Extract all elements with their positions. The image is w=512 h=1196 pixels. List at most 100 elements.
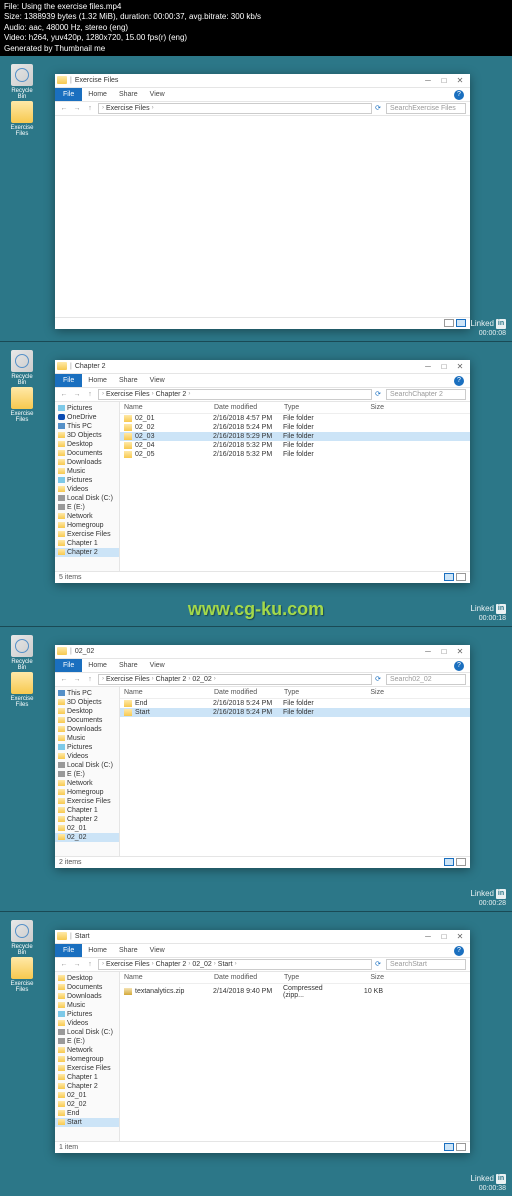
nav-item[interactable]: 3D Objects bbox=[55, 698, 119, 707]
view-tab[interactable]: View bbox=[144, 947, 171, 954]
nav-item[interactable]: Pictures bbox=[55, 476, 119, 485]
nav-item[interactable]: Local Disk (C:) bbox=[55, 494, 119, 503]
nav-item[interactable]: Pictures bbox=[55, 404, 119, 413]
exercise-files-desktop-icon[interactable]: Exercise Files bbox=[8, 957, 36, 993]
forward-button[interactable]: → bbox=[72, 389, 82, 399]
file-tab[interactable]: File bbox=[55, 88, 82, 101]
search-input[interactable]: Search Start bbox=[386, 959, 466, 970]
search-input[interactable]: Search Exercise Files bbox=[386, 103, 466, 114]
up-button[interactable]: ↑ bbox=[85, 674, 95, 684]
file-row[interactable]: 02_012/16/2018 4:57 PMFile folder bbox=[120, 414, 470, 423]
home-tab[interactable]: Home bbox=[82, 947, 113, 954]
refresh-button[interactable]: ⟳ bbox=[375, 960, 381, 968]
maximize-button[interactable]: □ bbox=[436, 73, 452, 87]
nav-item[interactable]: 02_01 bbox=[55, 1091, 119, 1100]
large-icons-view-button[interactable] bbox=[456, 858, 466, 866]
file-tab[interactable]: File bbox=[55, 944, 82, 957]
nav-item[interactable]: Exercise Files bbox=[55, 530, 119, 539]
refresh-button[interactable]: ⟳ bbox=[375, 390, 381, 398]
file-tab[interactable]: File bbox=[55, 659, 82, 672]
nav-item[interactable]: Network bbox=[55, 512, 119, 521]
exercise-files-desktop-icon[interactable]: Exercise Files bbox=[8, 672, 36, 708]
titlebar[interactable]: | Exercise Files ─ □ ✕ bbox=[55, 74, 470, 88]
share-tab[interactable]: Share bbox=[113, 662, 144, 669]
file-list[interactable]: Name Date modified Type Size End2/16/201… bbox=[120, 687, 470, 856]
nav-item[interactable]: Downloads bbox=[55, 992, 119, 1001]
nav-item[interactable]: Exercise Files bbox=[55, 797, 119, 806]
recycle-bin-icon[interactable]: Recycle Bin bbox=[8, 920, 36, 956]
file-row[interactable]: textanalytics.zip2/14/2018 9:40 PMCompre… bbox=[120, 984, 470, 1000]
nav-item[interactable]: 02_02 bbox=[55, 1100, 119, 1109]
back-button[interactable]: ← bbox=[59, 103, 69, 113]
help-button[interactable]: ? bbox=[454, 661, 464, 671]
help-button[interactable]: ? bbox=[454, 90, 464, 100]
back-button[interactable]: ← bbox=[59, 389, 69, 399]
nav-item[interactable]: Videos bbox=[55, 485, 119, 494]
titlebar[interactable]: |Start ─□✕ bbox=[55, 930, 470, 944]
nav-item[interactable]: End bbox=[55, 1109, 119, 1118]
share-tab[interactable]: Share bbox=[113, 377, 144, 384]
home-tab[interactable]: Home bbox=[82, 662, 113, 669]
nav-item[interactable]: E (E:) bbox=[55, 770, 119, 779]
recycle-bin-icon[interactable]: Recycle Bin bbox=[8, 350, 36, 386]
nav-item[interactable]: Homegroup bbox=[55, 1055, 119, 1064]
file-list[interactable] bbox=[55, 116, 470, 317]
titlebar[interactable]: |Chapter 2 ─□✕ bbox=[55, 360, 470, 374]
col-size[interactable]: Size bbox=[344, 404, 384, 411]
nav-item[interactable]: Local Disk (C:) bbox=[55, 761, 119, 770]
details-view-button[interactable] bbox=[444, 1143, 454, 1151]
close-button[interactable]: ✕ bbox=[452, 73, 468, 87]
view-tab[interactable]: View bbox=[144, 91, 171, 98]
nav-item[interactable]: E (E:) bbox=[55, 503, 119, 512]
crumb[interactable]: Exercise Files bbox=[106, 391, 150, 398]
large-icons-view-button[interactable] bbox=[456, 573, 466, 581]
nav-item[interactable]: Music bbox=[55, 467, 119, 476]
breadcrumb[interactable]: ›Exercise Files ›Chapter 2 ›02_02 › bbox=[98, 674, 372, 685]
file-tab[interactable]: File bbox=[55, 374, 82, 387]
crumb[interactable]: Chapter 2 bbox=[156, 391, 187, 398]
recycle-bin-icon[interactable]: Recycle Bin bbox=[8, 635, 36, 671]
titlebar[interactable]: |02_02 ─□✕ bbox=[55, 645, 470, 659]
back-button[interactable]: ← bbox=[59, 959, 69, 969]
nav-item[interactable]: 3D Objects bbox=[55, 431, 119, 440]
up-button[interactable]: ↑ bbox=[85, 389, 95, 399]
file-row[interactable]: 02_032/16/2018 5:29 PMFile folder bbox=[120, 432, 470, 441]
nav-item[interactable]: Desktop bbox=[55, 440, 119, 449]
crumb[interactable]: Exercise Files bbox=[106, 105, 150, 112]
maximize-button[interactable]: □ bbox=[436, 929, 452, 943]
home-tab[interactable]: Home bbox=[82, 377, 113, 384]
col-name[interactable]: Name bbox=[124, 404, 214, 411]
refresh-button[interactable]: ⟳ bbox=[375, 104, 381, 112]
navigation-pane[interactable]: DesktopDocumentsDownloadsMusicPicturesVi… bbox=[55, 972, 120, 1141]
col-type[interactable]: Type bbox=[284, 404, 344, 411]
nav-item[interactable]: OneDrive bbox=[55, 413, 119, 422]
navigation-pane[interactable]: PicturesOneDriveThis PC3D ObjectsDesktop… bbox=[55, 402, 120, 571]
exercise-files-desktop-icon[interactable]: Exercise Files bbox=[8, 387, 36, 423]
nav-item[interactable]: Chapter 2 bbox=[55, 815, 119, 824]
up-button[interactable]: ↑ bbox=[85, 959, 95, 969]
nav-item[interactable]: Pictures bbox=[55, 743, 119, 752]
nav-item[interactable]: Pictures bbox=[55, 1010, 119, 1019]
minimize-button[interactable]: ─ bbox=[420, 644, 436, 658]
home-tab[interactable]: Home bbox=[82, 91, 113, 98]
view-tab[interactable]: View bbox=[144, 662, 171, 669]
help-button[interactable]: ? bbox=[454, 376, 464, 386]
share-tab[interactable]: Share bbox=[113, 947, 144, 954]
file-row[interactable]: 02_042/16/2018 5:32 PMFile folder bbox=[120, 441, 470, 450]
nav-item[interactable]: Network bbox=[55, 1046, 119, 1055]
nav-item[interactable]: Network bbox=[55, 779, 119, 788]
nav-item[interactable]: Videos bbox=[55, 752, 119, 761]
nav-item[interactable]: Documents bbox=[55, 983, 119, 992]
nav-item[interactable]: Documents bbox=[55, 449, 119, 458]
navigation-pane[interactable]: This PC3D ObjectsDesktopDocumentsDownloa… bbox=[55, 687, 120, 856]
breadcrumb[interactable]: › Exercise Files › Chapter 2 › bbox=[98, 389, 372, 400]
close-button[interactable]: ✕ bbox=[452, 929, 468, 943]
nav-item[interactable]: 02_02 bbox=[55, 833, 119, 842]
nav-item[interactable]: Chapter 1 bbox=[55, 539, 119, 548]
nav-item[interactable]: Music bbox=[55, 734, 119, 743]
nav-item[interactable]: Chapter 1 bbox=[55, 806, 119, 815]
column-headers[interactable]: Name Date modified Type Size bbox=[120, 972, 470, 984]
view-tab[interactable]: View bbox=[144, 377, 171, 384]
recycle-bin-icon[interactable]: Recycle Bin bbox=[8, 64, 36, 100]
column-headers[interactable]: Name Date modified Type Size bbox=[120, 402, 470, 414]
